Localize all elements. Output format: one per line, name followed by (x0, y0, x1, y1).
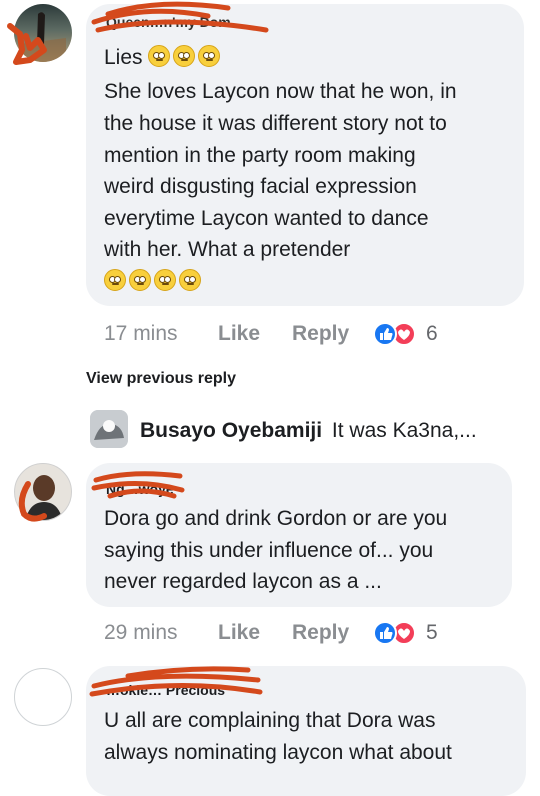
comment-text-line: saying this under influence of... you (104, 539, 434, 562)
reply-button[interactable]: Reply (292, 322, 349, 346)
comment-text-line: mention in the party room making (104, 144, 416, 167)
emoji-row (104, 266, 204, 297)
comment-text-line: Dora go and drink Gordon or are you (104, 507, 448, 530)
rolling-eyes-emoji (179, 269, 201, 291)
comment-timestamp: 29 mins (104, 621, 178, 644)
comment-text-line: everytime Laycon wanted to dance (104, 207, 429, 230)
redaction-scribble (91, 1, 269, 33)
reaction-count: 6 (426, 322, 438, 345)
like-button[interactable]: Like (218, 322, 260, 346)
reaction-icons[interactable] (372, 321, 420, 347)
like-button[interactable]: Like (218, 621, 260, 645)
rolling-eyes-emoji (104, 269, 126, 291)
comment-text-line: never regarded laycon as a ... (104, 570, 382, 593)
rolling-eyes-emoji (173, 45, 196, 67)
redaction-scribble (18, 481, 47, 522)
comment-text-line: She loves Laycon now that he won, in (104, 80, 457, 103)
comment-text-line: the house it was different story not to (104, 112, 447, 135)
redaction-scribble (89, 666, 263, 697)
rolling-eyes-emoji (148, 45, 171, 67)
rolling-eyes-emoji (198, 45, 221, 67)
comment-timestamp: 17 mins (104, 322, 178, 345)
reaction-count: 5 (426, 621, 438, 644)
comment-text-line: with her. What a pretender (104, 238, 351, 261)
view-previous-reply-link[interactable]: View previous reply (86, 370, 236, 388)
reaction-icons[interactable] (372, 620, 420, 646)
reply-preview[interactable]: Busayo Oyebamiji It was Ka3na,... (140, 419, 477, 443)
avatar-photo (90, 410, 128, 448)
redaction-scribble (7, 23, 47, 65)
comment-text-line: always nominating laycon what about (104, 741, 452, 764)
rolling-eyes-emoji (154, 269, 176, 291)
comment-text-line: U all are complaining that Dora was (104, 709, 436, 732)
reply-text: It was Ka3na,... (331, 419, 477, 442)
redaction-scribble (91, 471, 185, 499)
comment-text-line: weird disgusting facial expression (104, 175, 417, 198)
reply-avatar[interactable] (90, 410, 128, 448)
reply-author: Busayo Oyebamiji (140, 419, 323, 442)
rolling-eyes-emoji (129, 269, 151, 291)
reply-button[interactable]: Reply (292, 621, 349, 645)
avatar[interactable] (14, 668, 72, 726)
comment-text-line: Lies (104, 42, 223, 73)
